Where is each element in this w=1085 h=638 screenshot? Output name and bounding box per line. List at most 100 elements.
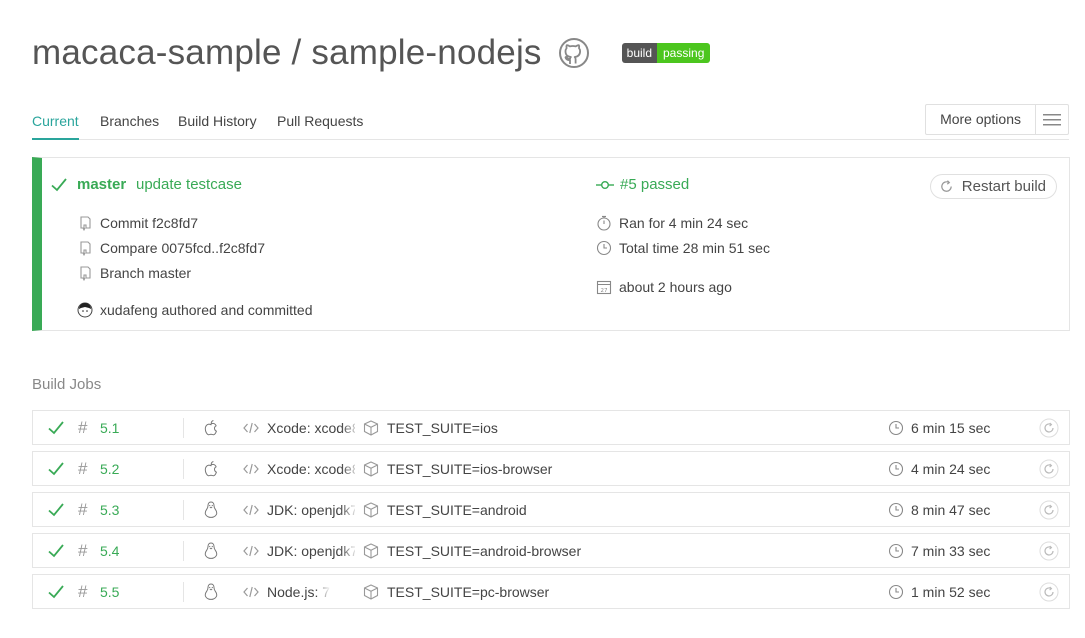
total-time-text: Total time 28 min 51 sec: [619, 240, 770, 256]
job-row[interactable]: #5.5 Node.js: 7 TEST_SUITE=pc-browser 1 min…: [32, 574, 1070, 609]
check-icon: [47, 534, 65, 567]
total-time: Total time 28 min 51 sec: [596, 240, 770, 256]
job-duration: 6 min 15 sec: [888, 411, 990, 444]
author-text: xudafeng authored and committed: [100, 302, 313, 318]
clock-icon: [888, 502, 904, 518]
ran-for: Ran for 4 min 24 sec: [596, 215, 748, 231]
job-env: TEST_SUITE=ios: [363, 411, 498, 444]
commit-node-icon: [596, 180, 614, 190]
hash-icon: #: [78, 417, 88, 437]
code-icon: [243, 463, 259, 475]
more-options-button[interactable]: More options: [925, 104, 1069, 135]
tab-branches[interactable]: Branches: [100, 113, 159, 140]
divider: [183, 418, 184, 438]
job-row[interactable]: #5.2 Xcode: xcode8 TEST_SUITE=ios-browser 4…: [32, 451, 1070, 486]
avatar[interactable]: [77, 302, 93, 318]
more-options-label: More options: [926, 105, 1036, 134]
restart-job-icon[interactable]: [1039, 534, 1059, 567]
divider: [183, 541, 184, 561]
branch-icon: [77, 265, 93, 281]
job-duration-text: 7 min 33 sec: [911, 542, 991, 559]
build-status-badge[interactable]: build passing: [621, 43, 711, 63]
job-language-text: Node.js: 7: [267, 583, 331, 600]
restart-build-label: Restart build: [961, 178, 1046, 195]
job-language: Xcode: xcode8: [243, 452, 355, 485]
repo-header: macaca-sample / sample-nodejs build pass…: [32, 28, 711, 78]
code-icon: [243, 504, 259, 516]
apple-icon: [203, 411, 219, 444]
job-row[interactable]: #5.1 Xcode: xcode8 TEST_SUITE=ios 6 min 15 …: [32, 410, 1070, 445]
branch-link[interactable]: Branch master: [77, 265, 191, 281]
job-duration-text: 1 min 52 sec: [911, 583, 991, 600]
compare-link[interactable]: Compare 0075fcd..f2c8fd7: [77, 240, 265, 256]
job-env-text: TEST_SUITE=android: [387, 501, 527, 518]
job-language-text: JDK: openjdk7: [267, 501, 355, 518]
job-number[interactable]: 5.2: [100, 452, 119, 485]
hash-icon: #: [78, 581, 88, 601]
tab-pull-requests[interactable]: Pull Requests: [277, 113, 363, 140]
restart-job-icon[interactable]: [1039, 411, 1059, 444]
tab-current[interactable]: Current: [32, 113, 79, 140]
job-language: JDK: openjdk7: [243, 493, 355, 526]
hash-icon: #: [78, 458, 88, 478]
job-row[interactable]: #5.3 JDK: openjdk7 TEST_SUITE=android 8 min…: [32, 492, 1070, 527]
restart-job-icon[interactable]: [1039, 575, 1059, 608]
job-row[interactable]: #5.4 JDK: openjdk7 TEST_SUITE=android-brow…: [32, 533, 1070, 568]
linux-icon: [203, 493, 219, 526]
job-duration-text: 4 min 24 sec: [911, 460, 991, 477]
linux-icon: [203, 534, 219, 567]
restart-job-icon[interactable]: [1039, 493, 1059, 526]
clock-icon: [888, 543, 904, 559]
travis-build-page: macaca-sample / sample-nodejs build pass…: [0, 0, 1085, 638]
job-number[interactable]: 5.1: [100, 411, 119, 444]
restart-build-button[interactable]: Restart build: [929, 174, 1057, 199]
job-env-text: TEST_SUITE=ios: [387, 419, 498, 436]
job-env-text: TEST_SUITE=android-browser: [387, 542, 582, 559]
job-duration-text: 6 min 15 sec: [911, 419, 991, 436]
job-duration: 1 min 52 sec: [888, 575, 990, 608]
commit-message: update testcase: [136, 176, 242, 193]
code-icon: [243, 545, 259, 557]
job-env: TEST_SUITE=ios-browser: [363, 452, 552, 485]
build-branch[interactable]: master: [77, 176, 126, 193]
job-env: TEST_SUITE=android-browser: [363, 534, 581, 567]
divider: [183, 582, 184, 602]
hamburger-menu-icon[interactable]: [1036, 105, 1068, 134]
job-duration: 4 min 24 sec: [888, 452, 990, 485]
check-icon: [47, 411, 65, 444]
hash-icon: #: [78, 540, 88, 560]
restart-job-icon[interactable]: [1039, 452, 1059, 485]
package-icon: [363, 460, 379, 477]
job-language-text: Xcode: xcode8: [267, 460, 355, 477]
tab-build-history[interactable]: Build History: [178, 113, 257, 140]
check-icon: [47, 452, 65, 485]
job-language-text: Xcode: xcode8: [267, 419, 355, 436]
build-status-text: #5 passed: [620, 176, 690, 193]
repo-tabs: Current Branches Build History Pull Requ…: [32, 104, 1069, 140]
github-icon[interactable]: [558, 37, 590, 69]
apple-icon: [203, 452, 219, 485]
build-status[interactable]: #5 passed: [596, 176, 689, 193]
job-duration: 7 min 33 sec: [888, 534, 990, 567]
job-env-text: TEST_SUITE=ios-browser: [387, 460, 553, 477]
job-number[interactable]: 5.3: [100, 493, 119, 526]
divider: [183, 500, 184, 520]
commit-link[interactable]: Commit f2c8fd7: [77, 215, 198, 231]
job-env-text: TEST_SUITE=pc-browser: [387, 583, 550, 600]
calendar-icon: 27: [596, 279, 612, 295]
stopwatch-icon: [596, 215, 612, 231]
commit-icon: [77, 215, 93, 231]
branch-text: Branch master: [100, 265, 192, 281]
package-icon: [363, 419, 379, 436]
finished-text: about 2 hours ago: [619, 279, 732, 295]
author-line: xudafeng authored and committed: [77, 302, 312, 318]
job-env: TEST_SUITE=pc-browser: [363, 575, 549, 608]
job-language: Node.js: 7: [243, 575, 355, 608]
badge-label: build: [621, 43, 657, 63]
repo-title[interactable]: macaca-sample / sample-nodejs: [32, 33, 542, 73]
code-icon: [243, 422, 259, 434]
job-number[interactable]: 5.5: [100, 575, 119, 608]
job-number[interactable]: 5.4: [100, 534, 119, 567]
job-language: Xcode: xcode8: [243, 411, 355, 444]
clock-icon: [888, 584, 904, 600]
